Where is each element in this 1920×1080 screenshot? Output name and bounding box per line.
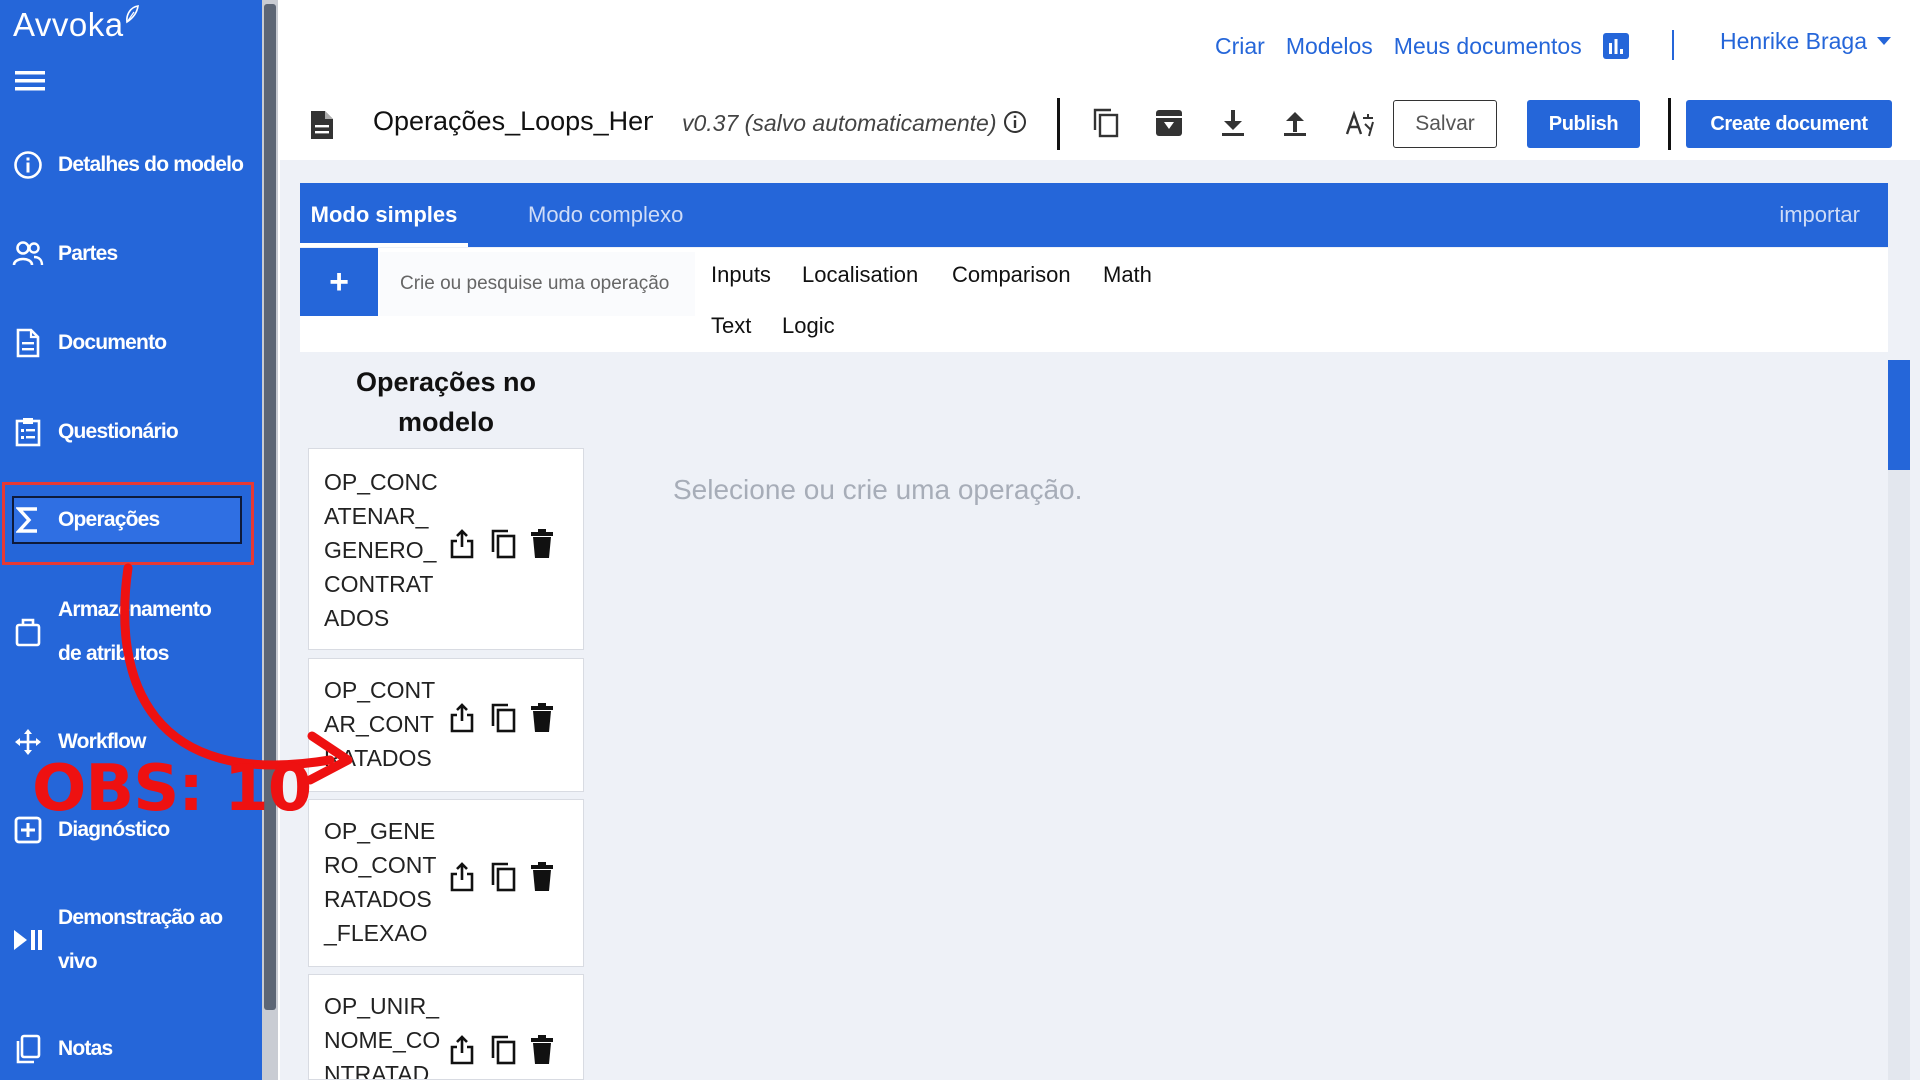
copy-icon[interactable] (489, 862, 517, 892)
translate-icon[interactable] (1343, 108, 1375, 140)
sidebar-item-label: Partes (58, 242, 118, 265)
share-icon[interactable] (449, 703, 475, 733)
create-document-button[interactable]: Create document (1686, 100, 1892, 148)
operation-name[interactable]: OP_GENERO_CONTRATADOS_FLEXAO (324, 814, 444, 950)
operation-name[interactable]: OP_UNIR_NOME_CONTRATADOS (324, 989, 444, 1079)
category-localisation[interactable]: Localisation (802, 262, 918, 288)
sidebar-item-label: Armazenamento de atributos (58, 598, 212, 665)
share-icon[interactable] (449, 862, 475, 892)
annotation-label: OBS: 10 (32, 752, 312, 826)
caret-down-icon (1877, 37, 1892, 46)
nav-link-meus-documentos[interactable]: Meus documentos (1394, 33, 1582, 60)
sidebar-item-label: Detalhes do modelo (58, 153, 244, 176)
sidebar-item-label: Workflow (58, 730, 147, 753)
download-icon[interactable] (1220, 108, 1246, 138)
user-name: Henrike Braga (1720, 28, 1868, 54)
sigma-icon (12, 504, 44, 536)
sidebar-item-label: Operações (58, 508, 160, 531)
category-logic[interactable]: Logic (782, 313, 835, 339)
add-operation-button[interactable]: + (300, 248, 378, 316)
duplicate-icon[interactable] (1092, 108, 1120, 138)
clipboard-icon (12, 416, 44, 448)
sidebar-item-detalhes[interactable]: Detalhes do modelo (12, 149, 244, 181)
trash-icon[interactable] (531, 703, 553, 733)
user-menu[interactable]: Henrike Braga (1720, 28, 1892, 55)
copy-icon[interactable] (489, 703, 517, 733)
toolbar-divider (1668, 98, 1671, 150)
operation-card[interactable]: OP_UNIR_NOME_CONTRATADOS (308, 974, 584, 1080)
operation-card[interactable]: OP_GENERO_CONTRATADOS_FLEXAO (308, 799, 584, 967)
tab-label: Modo complexo (528, 202, 684, 227)
users-icon (12, 238, 44, 270)
leaf-icon (126, 5, 139, 24)
sidebar: Avvoka Detalhes do modelo Partes Documen… (0, 0, 262, 1080)
file-icon (311, 111, 333, 139)
brand-logo[interactable]: Avvoka (13, 6, 124, 44)
sidebar-item-demonstracao[interactable]: Demonstração ao vivo (12, 896, 242, 984)
sidebar-item-label: Documento (58, 331, 167, 354)
header-divider (1672, 30, 1674, 60)
import-link[interactable]: importar (1779, 183, 1860, 247)
operation-card[interactable]: OP_CONCATENAR_GENERO_CONTRATADOS (308, 448, 584, 650)
sidebar-scrollbar[interactable] (262, 0, 278, 1080)
version-status: v0.37 (salvo automaticamente) (682, 110, 997, 136)
operation-actions (449, 1035, 567, 1065)
hamburger-menu-icon[interactable] (15, 70, 45, 92)
empty-state-message: Selecione ou crie uma operação. (673, 474, 1083, 505)
sidebar-scrollbar-thumb[interactable] (264, 4, 276, 1010)
share-icon[interactable] (449, 1035, 475, 1065)
trash-icon[interactable] (531, 1035, 553, 1065)
info-icon[interactable] (1003, 110, 1027, 134)
analytics-icon[interactable] (1602, 33, 1629, 59)
operation-actions (449, 703, 567, 733)
nav-link-modelos[interactable]: Modelos (1286, 33, 1373, 60)
toolbar-divider (1057, 98, 1060, 150)
document-icon (12, 327, 44, 359)
sidebar-item-documento[interactable]: Documento (12, 327, 167, 359)
copy-icon[interactable] (489, 1035, 517, 1065)
mode-tabs: Modo simples Modo complexo importar (300, 183, 1888, 247)
sidebar-item-label: Questionário (58, 420, 179, 443)
copy-icon (12, 1033, 44, 1065)
editor-scrollbar[interactable] (1888, 360, 1910, 1080)
sidebar-item-armazenamento[interactable]: Armazenamento de atributos (12, 588, 242, 676)
play-pause-icon (12, 924, 44, 956)
operation-actions (449, 862, 567, 892)
category-comparison[interactable]: Comparison (952, 262, 1071, 288)
sidebar-item-operacoes[interactable]: Operações (12, 504, 160, 536)
sidebar-item-notas[interactable]: Notas (12, 1033, 113, 1065)
document-title[interactable]: Operações_Loops_Henrike (373, 106, 653, 137)
upload-icon[interactable] (1282, 108, 1308, 138)
nav-link-criar[interactable]: Criar (1215, 33, 1265, 60)
sidebar-item-questionario[interactable]: Questionário (12, 416, 179, 448)
info-circle-icon (12, 149, 44, 181)
tab-modo-simples[interactable]: Modo simples (300, 183, 468, 247)
category-math[interactable]: Math (1103, 262, 1152, 288)
copy-icon[interactable] (489, 529, 517, 559)
sidebar-item-partes[interactable]: Partes (12, 238, 118, 270)
operation-actions (449, 529, 567, 559)
operation-name[interactable]: OP_CONTAR_CONTRATADOS (324, 673, 444, 775)
tab-modo-complexo[interactable]: Modo complexo (528, 183, 683, 247)
category-text[interactable]: Text (711, 313, 751, 339)
operation-card[interactable]: OP_CONTAR_CONTRATADOS (308, 658, 584, 792)
operation-name[interactable]: OP_CONCATENAR_GENERO_CONTRATADOS (324, 465, 444, 635)
operations-list-heading: Operações no modelo (355, 367, 537, 437)
trash-icon[interactable] (531, 862, 553, 892)
tab-label: Modo simples (310, 202, 458, 227)
clipboard-bag-icon (12, 616, 44, 648)
trash-icon[interactable] (531, 529, 553, 559)
category-inputs[interactable]: Inputs (711, 262, 771, 288)
share-icon[interactable] (449, 529, 475, 559)
save-button[interactable]: Salvar (1393, 100, 1497, 148)
publish-button[interactable]: Publish (1527, 100, 1640, 148)
sidebar-item-label: Demonstração ao vivo (58, 906, 223, 973)
active-tab-indicator (300, 243, 468, 247)
top-navigation: Criar Modelos Meus documentos (1215, 28, 1629, 64)
sidebar-item-label: Notas (58, 1037, 113, 1060)
editor-scrollbar-thumb[interactable] (1888, 360, 1910, 470)
archive-icon[interactable] (1155, 108, 1183, 138)
operation-search-input[interactable] (380, 252, 695, 316)
